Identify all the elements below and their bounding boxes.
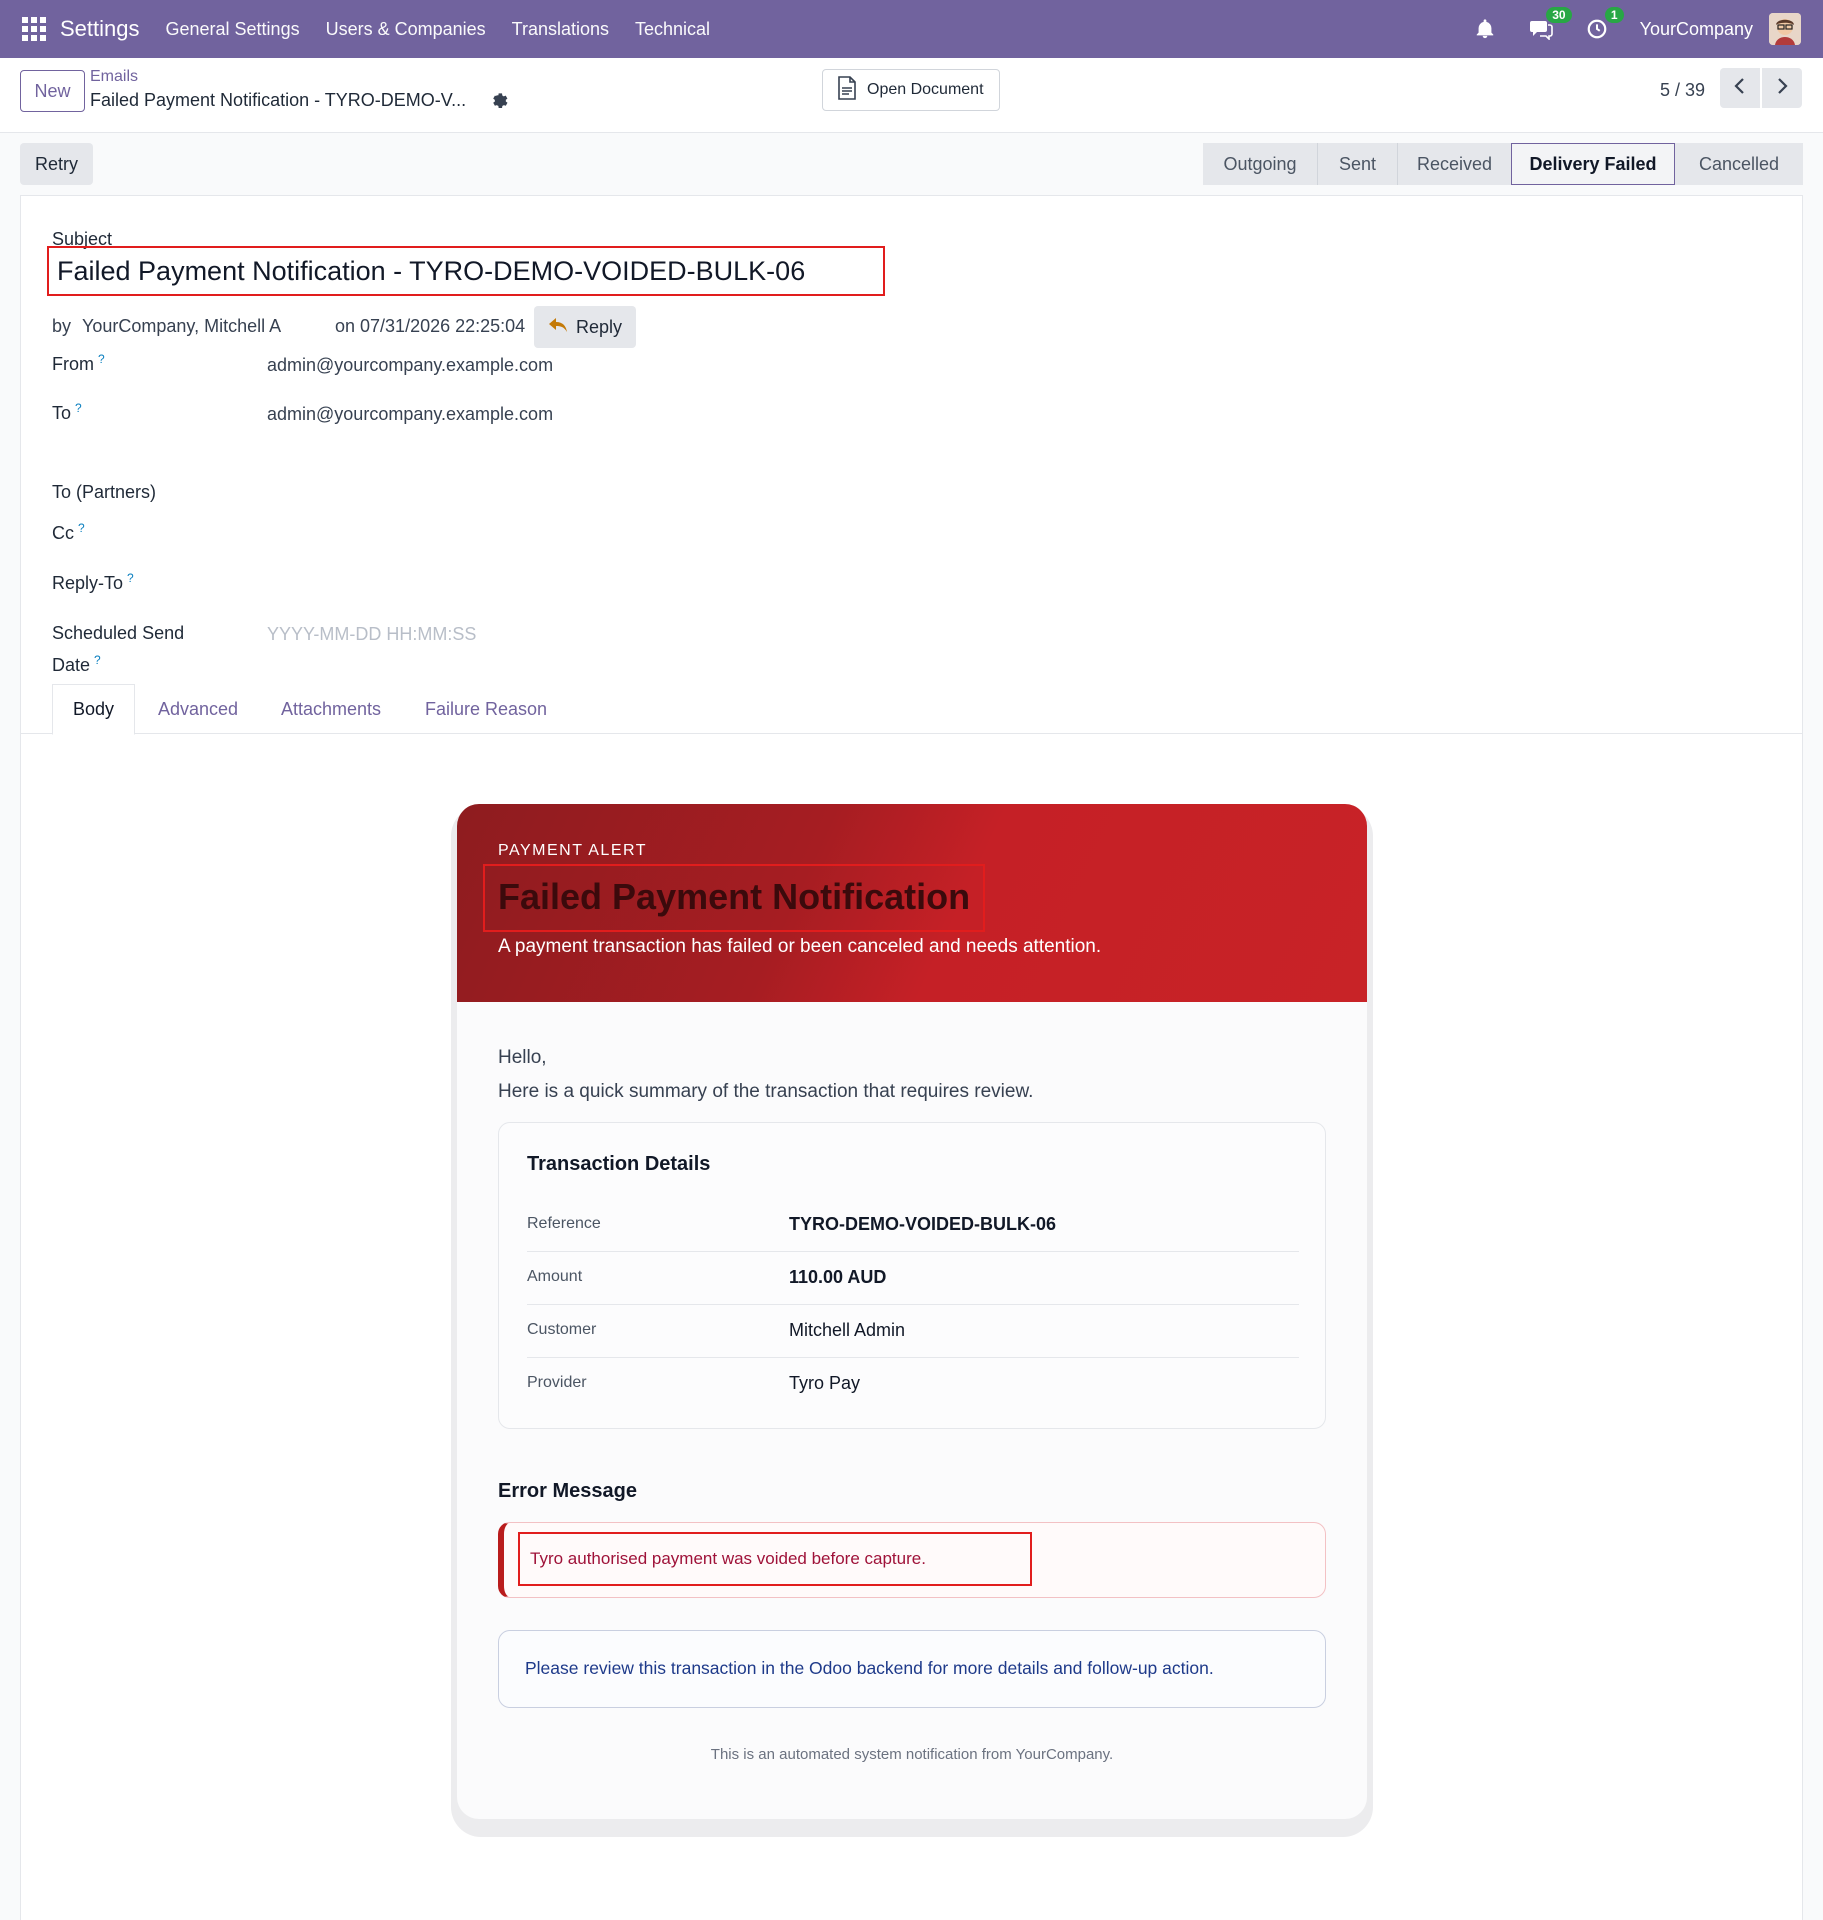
message-date: on 07/31/2026 22:25:04 [335,316,526,336]
tab-failure-reason[interactable]: Failure Reason [425,684,547,734]
messages-count-badge: 30 [1546,7,1572,23]
stage-delivery-failed[interactable]: Delivery Failed [1511,143,1675,185]
to-label: To? [52,401,82,423]
chevron-right-icon [1775,77,1789,100]
reply-label: Reply [575,316,623,337]
top-navbar: Settings General Settings Users & Compan… [0,0,1823,58]
stage-cancelled[interactable]: Cancelled [1675,143,1803,185]
email-header-banner: PAYMENT ALERT Failed Payment Notificatio… [457,804,1367,1002]
email-intro: Here is a quick summary of the transacti… [498,1081,1034,1102]
breadcrumb-emails[interactable]: Emails [90,68,138,86]
pager-next-button[interactable] [1762,68,1802,108]
email-title: Failed Payment Notification [498,876,971,917]
messages-icon[interactable]: 30 [1528,7,1572,42]
stage-received[interactable]: Received [1397,143,1511,185]
detail-row-amount: Amount 110.00 AUD [527,1252,1299,1305]
scheduled-date-input[interactable]: YYYY-MM-DD HH:MM:SS [267,624,476,645]
breadcrumb-current: Failed Payment Notification - TYRO-DEMO-… [90,90,467,110]
scheduled-date-label: Scheduled Send Date? [52,623,185,675]
from-label: From? [52,352,105,374]
apps-menu-icon[interactable] [22,17,46,41]
cc-label: Cc? [52,521,85,543]
chevron-left-icon [1733,77,1747,100]
transaction-details-box: Transaction Details Reference TYRO-DEMO-… [498,1122,1326,1429]
gear-icon[interactable] [490,91,508,114]
error-message-text: Tyro authorised payment was voided befor… [530,1549,926,1568]
pager-previous-button[interactable] [1720,68,1760,108]
tab-advanced[interactable]: Advanced [158,684,238,734]
open-document-button[interactable]: Open Document [822,69,1000,111]
reply-icon [548,317,568,338]
error-message-box: Tyro authorised payment was voided befor… [498,1522,1326,1598]
by-prefix: by [52,316,72,336]
detail-row-provider: Provider Tyro Pay [527,1373,861,1393]
email-subtitle: A payment transaction has failed or been… [498,936,1102,957]
control-panel: New Emails Failed Payment Notification -… [0,58,1823,133]
open-document-label: Open Document [867,81,984,98]
error-message-title: Error Message [498,1480,637,1502]
reply-button[interactable]: Reply [534,306,636,348]
document-icon [837,75,857,105]
company-switcher[interactable]: YourCompany [1640,19,1753,40]
review-note-text: Please review this transaction in the Od… [525,1658,1214,1678]
to-value[interactable]: admin@yourcompany.example.com [267,404,553,425]
tab-body[interactable]: Body [52,684,136,735]
retry-button[interactable]: Retry [20,143,93,185]
reply-to-label: Reply-To? [52,571,134,593]
email-greeting: Hello, [498,1047,547,1068]
email-footer: This is an automated system notification… [710,1746,1114,1763]
menu-general-settings[interactable]: General Settings [166,19,300,40]
from-value[interactable]: admin@yourcompany.example.com [267,355,553,376]
activities-clock-icon[interactable]: 1 [1584,7,1624,42]
menu-users-companies[interactable]: Users & Companies [326,19,486,40]
menu-technical[interactable]: Technical [635,19,710,40]
app-brand[interactable]: Settings [60,16,140,42]
to-partners-label: To (Partners) [52,482,157,502]
form-sheet: Subject Failed Payment Notification - TY… [20,195,1803,1920]
email-kicker: PAYMENT ALERT [498,842,648,859]
user-avatar[interactable] [1769,13,1801,45]
tab-attachments[interactable]: Attachments [281,684,381,734]
activities-count-badge: 1 [1604,7,1624,23]
transaction-details-title: Transaction Details [527,1153,711,1175]
pager-value[interactable]: 5 / 39 [1660,80,1705,101]
detail-row-reference: Reference TYRO-DEMO-VOIDED-BULK-06 [527,1199,1299,1252]
new-button[interactable]: New [20,70,85,112]
detail-row-customer: Customer Mitchell Admin [527,1305,1299,1358]
menu-translations[interactable]: Translations [512,19,609,40]
status-bar: Outgoing Sent Received Delivery Failed C… [1203,143,1803,185]
stage-sent[interactable]: Sent [1317,143,1397,185]
author-name[interactable]: YourCompany, Mitchell A [82,316,282,337]
stage-outgoing[interactable]: Outgoing [1203,143,1317,185]
email-card: PAYMENT ALERT Failed Payment Notificatio… [457,804,1367,1819]
bell-icon[interactable] [1472,16,1498,42]
form-tabs: Body Advanced Attachments Failure Reason [21,684,1802,735]
subject-field[interactable]: Failed Payment Notification - TYRO-DEMO-… [47,246,885,296]
review-note-box: Please review this transaction in the Od… [498,1630,1326,1708]
